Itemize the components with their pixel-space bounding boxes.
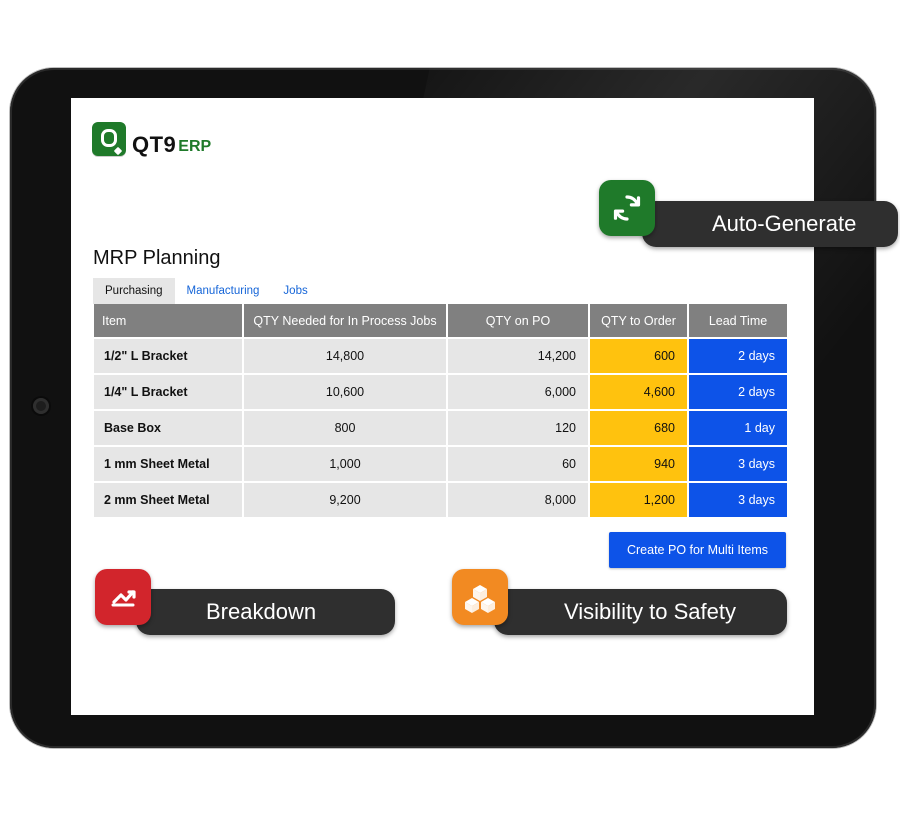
trend-chart-icon xyxy=(95,569,151,625)
header-qty-on-po[interactable]: QTY on PO xyxy=(448,304,590,339)
brand-suffix: ERP xyxy=(178,138,212,155)
cell-lead-time: 1 day xyxy=(689,411,787,447)
cell-qty-on-po: 14,200 xyxy=(448,339,590,375)
table-row[interactable]: 1 mm Sheet Metal 1,000 60 940 3 days xyxy=(94,447,787,483)
cell-qty-needed: 800 xyxy=(244,411,448,447)
camera xyxy=(33,398,49,414)
brand-logo: QT9 ERP xyxy=(92,122,211,156)
table-row[interactable]: 1/4" L Bracket 10,600 6,000 4,600 2 days xyxy=(94,375,787,411)
cell-qty-on-po: 6,000 xyxy=(448,375,590,411)
table-header-row: Item QTY Needed for In Process Jobs QTY … xyxy=(94,304,787,339)
cell-lead-time: 2 days xyxy=(689,339,787,375)
cell-item: Base Box xyxy=(94,411,244,447)
header-qty-needed[interactable]: QTY Needed for In Process Jobs xyxy=(244,304,448,339)
table-row[interactable]: 1/2" L Bracket 14,800 14,200 600 2 days xyxy=(94,339,787,375)
cell-qty-on-po: 120 xyxy=(448,411,590,447)
cell-item: 2 mm Sheet Metal xyxy=(94,483,244,519)
cell-item: 1/4" L Bracket xyxy=(94,375,244,411)
cell-qty-to-order: 4,600 xyxy=(590,375,689,411)
cell-qty-needed: 10,600 xyxy=(244,375,448,411)
page-title: MRP Planning xyxy=(93,247,221,269)
cell-lead-time: 2 days xyxy=(689,375,787,411)
tab-jobs[interactable]: Jobs xyxy=(271,278,319,304)
cell-qty-to-order: 680 xyxy=(590,411,689,447)
cell-lead-time: 3 days xyxy=(689,483,787,519)
mrp-table-grid: Item QTY Needed for In Process Jobs QTY … xyxy=(94,304,787,519)
table-row[interactable]: 2 mm Sheet Metal 9,200 8,000 1,200 3 day… xyxy=(94,483,787,519)
tab-manufacturing[interactable]: Manufacturing xyxy=(175,278,272,304)
tabs: Purchasing Manufacturing Jobs xyxy=(93,278,320,304)
cell-qty-to-order: 1,200 xyxy=(590,483,689,519)
mrp-table: Item QTY Needed for In Process Jobs QTY … xyxy=(94,304,787,519)
tab-purchasing[interactable]: Purchasing xyxy=(93,278,175,304)
refresh-icon xyxy=(599,180,655,236)
brand-badge-icon xyxy=(92,122,126,156)
callout-auto-generate: Auto-Generate PO's xyxy=(642,201,898,282)
header-lead-time[interactable]: Lead Time xyxy=(689,304,787,339)
create-po-multi-items-button[interactable]: Create PO for Multi Items xyxy=(609,532,786,568)
callout-breakdown-demand: Breakdown Demand xyxy=(136,589,395,670)
brand-wordmark: QT9 ERP xyxy=(132,134,211,156)
cell-lead-time: 3 days xyxy=(689,447,787,483)
cell-item: 1 mm Sheet Metal xyxy=(94,447,244,483)
cell-qty-on-po: 8,000 xyxy=(448,483,590,519)
brand-name: QT9 xyxy=(132,132,177,157)
callout-visibility-safety-stock: Visibility to Safety Stock xyxy=(494,589,787,670)
boxes-icon xyxy=(452,569,508,625)
cell-qty-needed: 1,000 xyxy=(244,447,448,483)
cell-qty-to-order: 600 xyxy=(590,339,689,375)
cell-qty-on-po: 60 xyxy=(448,447,590,483)
cell-item: 1/2" L Bracket xyxy=(94,339,244,375)
header-item[interactable]: Item xyxy=(94,304,244,339)
cell-qty-to-order: 940 xyxy=(590,447,689,483)
cell-qty-needed: 14,800 xyxy=(244,339,448,375)
cell-qty-needed: 9,200 xyxy=(244,483,448,519)
table-row[interactable]: Base Box 800 120 680 1 day xyxy=(94,411,787,447)
header-qty-to-order[interactable]: QTY to Order xyxy=(590,304,689,339)
